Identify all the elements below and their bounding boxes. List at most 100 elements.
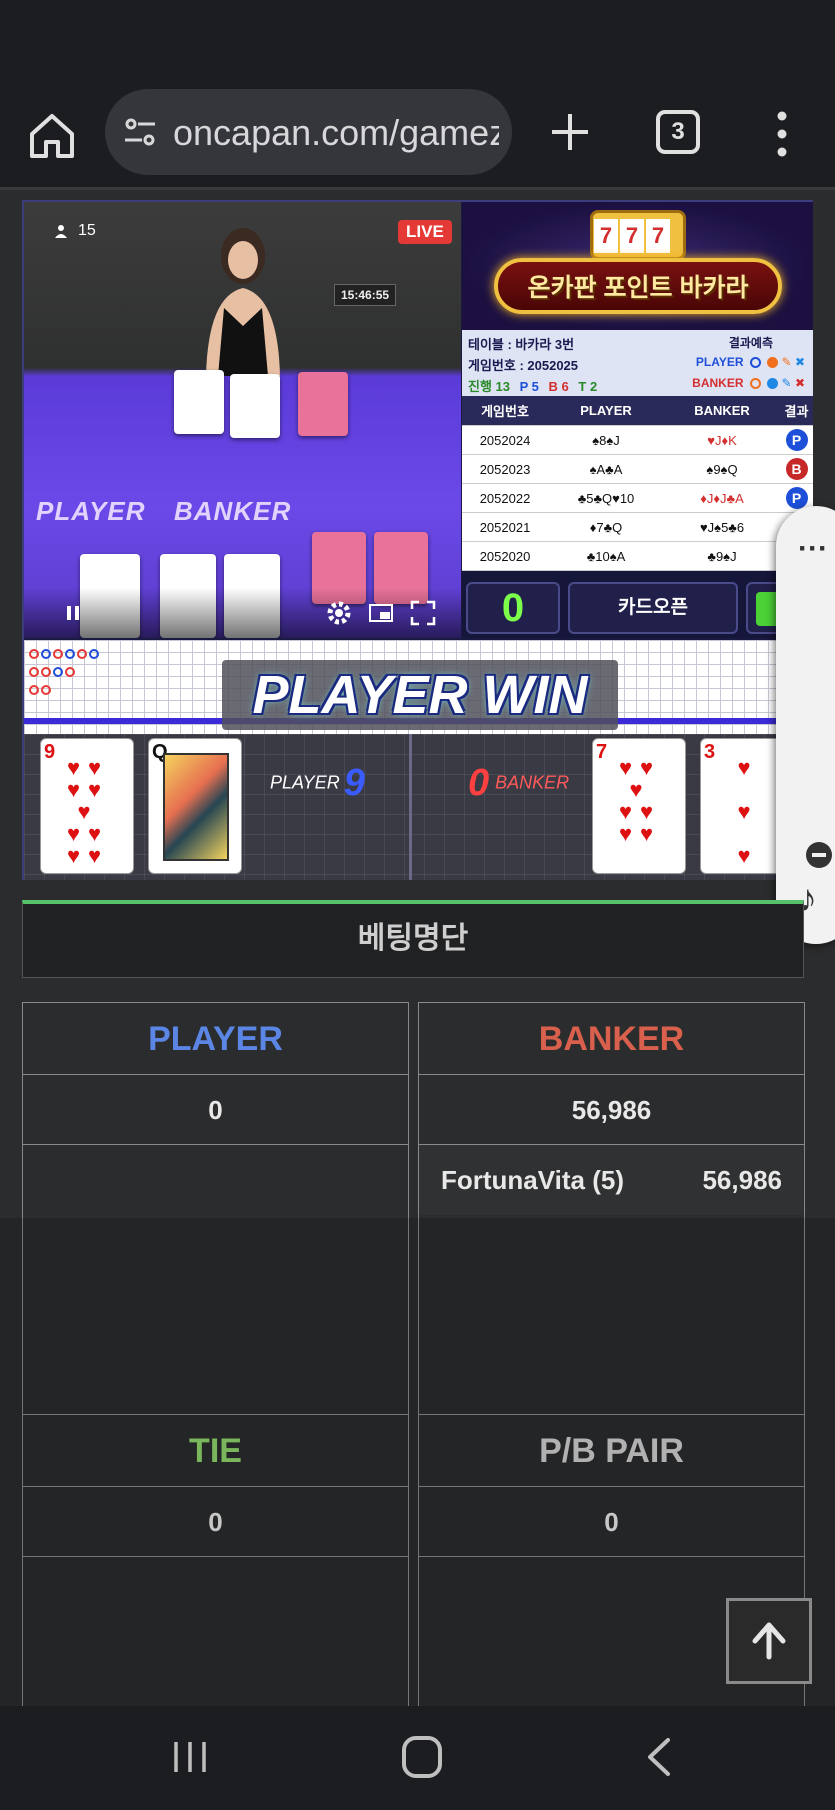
banner-plate: 온카판 포인트 바카라 xyxy=(494,258,782,314)
header-banker: BANKER xyxy=(694,403,750,418)
player-total: 0 xyxy=(23,1075,408,1145)
history-header: 게임번호 PLAYER BANKER 결과 xyxy=(462,396,813,426)
promo-banner: 777 온카판 포인트 바카라 xyxy=(462,202,813,330)
history-game-no: 2052020 xyxy=(479,548,531,564)
history-player-cards: ♠A♣A xyxy=(589,461,623,477)
roadmap-dot xyxy=(41,685,51,695)
banner-title: 온카판 포인트 바카라 xyxy=(527,274,749,302)
gear-icon[interactable] xyxy=(324,598,354,628)
viewer-number: 15 xyxy=(78,222,96,239)
tune-icon[interactable] xyxy=(123,115,157,149)
video-controls xyxy=(24,588,461,638)
count-display: 0 xyxy=(466,582,560,634)
result-badge: P xyxy=(785,429,808,451)
banker-prediction[interactable]: BANKER ✎ ✖ xyxy=(692,376,805,390)
history-row: 2052022 ♣5♣Q♥10 ♦J♦J♣A P xyxy=(462,484,813,513)
history-player-cards: ♣10♠A xyxy=(586,548,626,564)
player-score: PLAYER 9 xyxy=(270,762,365,805)
control-row: 0 카드오픈 xyxy=(462,578,813,638)
history-banker-cards: ♠9♠Q xyxy=(706,461,738,477)
banker-total: 56,986 xyxy=(419,1075,804,1145)
player-prediction[interactable]: PLAYER ✎ ✖ xyxy=(696,355,805,369)
history-game-no: 2052021 xyxy=(479,519,531,535)
game-number: 게임번호 : 2052025 xyxy=(468,358,579,373)
recent-apps-icon[interactable] xyxy=(170,1738,210,1776)
dealer-figure xyxy=(206,228,280,376)
dot-icon xyxy=(767,378,779,390)
banker-header: BANKER xyxy=(419,1003,804,1075)
minus-icon[interactable] xyxy=(806,842,832,868)
roadmap-dot xyxy=(65,667,75,677)
x-icon: ✖ xyxy=(794,376,805,390)
circle-icon xyxy=(749,357,761,369)
win-banner-text: PLAYER WIN xyxy=(252,665,588,725)
banker-score: 0 BANKER xyxy=(468,762,569,805)
table-card xyxy=(174,370,224,434)
progress-stats: 진행 13 P 5 B 6 T 2 xyxy=(468,376,597,395)
history-player-cards: ♦7♣Q xyxy=(589,519,623,535)
scroll-top-button[interactable] xyxy=(726,1598,812,1684)
player-header: PLAYER xyxy=(23,1003,408,1075)
history-row: 2052023 ♠A♣A ♠9♠Q B xyxy=(462,455,813,484)
history-player-cards: ♠8♠J xyxy=(592,432,620,448)
roadmap-dot xyxy=(77,649,87,659)
pair-total: 0 xyxy=(419,1487,804,1557)
tie-count: T 2 xyxy=(578,379,598,394)
card-open-button[interactable]: 카드오픈 xyxy=(568,582,738,634)
header-result: 결과 xyxy=(784,404,809,419)
home-icon[interactable] xyxy=(24,108,80,164)
banker-score-value: 0 xyxy=(468,762,490,804)
queen-face-icon xyxy=(163,753,229,861)
roadmap-dot xyxy=(53,667,63,677)
bet-amount: 56,986 xyxy=(702,1165,782,1195)
felt-player-label: PLAYER xyxy=(36,496,146,526)
history-game-no: 2052023 xyxy=(479,461,531,477)
studio-clock: 15:46:55 xyxy=(334,284,397,306)
roadmap-dot xyxy=(29,649,39,659)
player-prediction-label: PLAYER xyxy=(695,355,744,369)
banker-prediction-label: BANKER xyxy=(692,376,744,390)
history-game-no: 2052022 xyxy=(479,490,531,506)
url-text[interactable]: oncapan.com/gamez xyxy=(173,109,499,157)
banker-bets-column: BANKER 56,986 FortunaVita (5) 56,986 xyxy=(418,1002,805,1480)
banker-card-1: 7 ♥♥ ♥ ♥♥ ♥♥ xyxy=(592,738,686,874)
banker-bet-entry: FortunaVita (5) 56,986 xyxy=(419,1145,804,1215)
roadmap-dot xyxy=(53,649,63,659)
history-table: 게임번호 PLAYER BANKER 결과 2052024 ♠8♠J ♥J♦K … xyxy=(462,396,813,571)
viewer-count: 15 xyxy=(54,222,96,240)
table-card-back xyxy=(298,372,348,436)
tab-count-button[interactable]: 3 xyxy=(656,110,700,154)
tie-total: 0 xyxy=(23,1487,408,1557)
result-table: 9 ♥♥ ♥♥ ♥ ♥♥ ♥♥ Q PLAYER 9 0 BANKER 7 ♥♥ ♥… xyxy=(24,734,811,880)
slot-digit: 7 xyxy=(594,219,618,253)
banker-count: B 6 xyxy=(548,379,569,394)
result-badge: B xyxy=(785,458,808,480)
more-vert-icon[interactable] xyxy=(766,106,798,162)
pencil-icon: ✎ xyxy=(781,355,792,369)
nav-home-icon[interactable] xyxy=(402,1736,442,1778)
history-row: 2052020 ♣10♠A ♣9♠J xyxy=(462,542,813,571)
slot-machine-icon: 777 xyxy=(590,210,686,260)
history-banker-cards: ♦J♦J♣A xyxy=(700,490,744,506)
person-icon xyxy=(55,225,67,238)
fullscreen-icon[interactable] xyxy=(408,598,438,628)
live-badge: LIVE xyxy=(398,220,452,244)
plus-icon[interactable] xyxy=(542,104,598,160)
roadmap-dot xyxy=(65,649,75,659)
banker-score-label: BANKER xyxy=(495,772,570,793)
address-bar[interactable]: oncapan.com/gamez xyxy=(105,89,512,175)
live-video[interactable]: 15 LIVE 15:46:55 PLAYER BANKER xyxy=(24,202,461,638)
floating-side-panel[interactable]: ··· ♪ xyxy=(776,506,835,944)
pair-header: P/B PAIR xyxy=(419,1415,804,1487)
more-horiz-icon[interactable]: ··· xyxy=(798,532,828,566)
win-banner: PLAYER WIN xyxy=(222,660,618,730)
back-icon[interactable] xyxy=(640,1736,680,1778)
roadmap-markers xyxy=(28,646,128,700)
header-game-no: 게임번호 xyxy=(481,404,529,419)
pause-icon[interactable] xyxy=(58,598,88,628)
picture-in-picture-icon[interactable] xyxy=(366,598,396,628)
header-player: PLAYER xyxy=(580,403,632,418)
progress-label: 진행 13 xyxy=(468,379,510,394)
player-bets-column: PLAYER 0 xyxy=(22,1002,409,1480)
history-row: 2052024 ♠8♠J ♥J♦K P xyxy=(462,426,813,455)
